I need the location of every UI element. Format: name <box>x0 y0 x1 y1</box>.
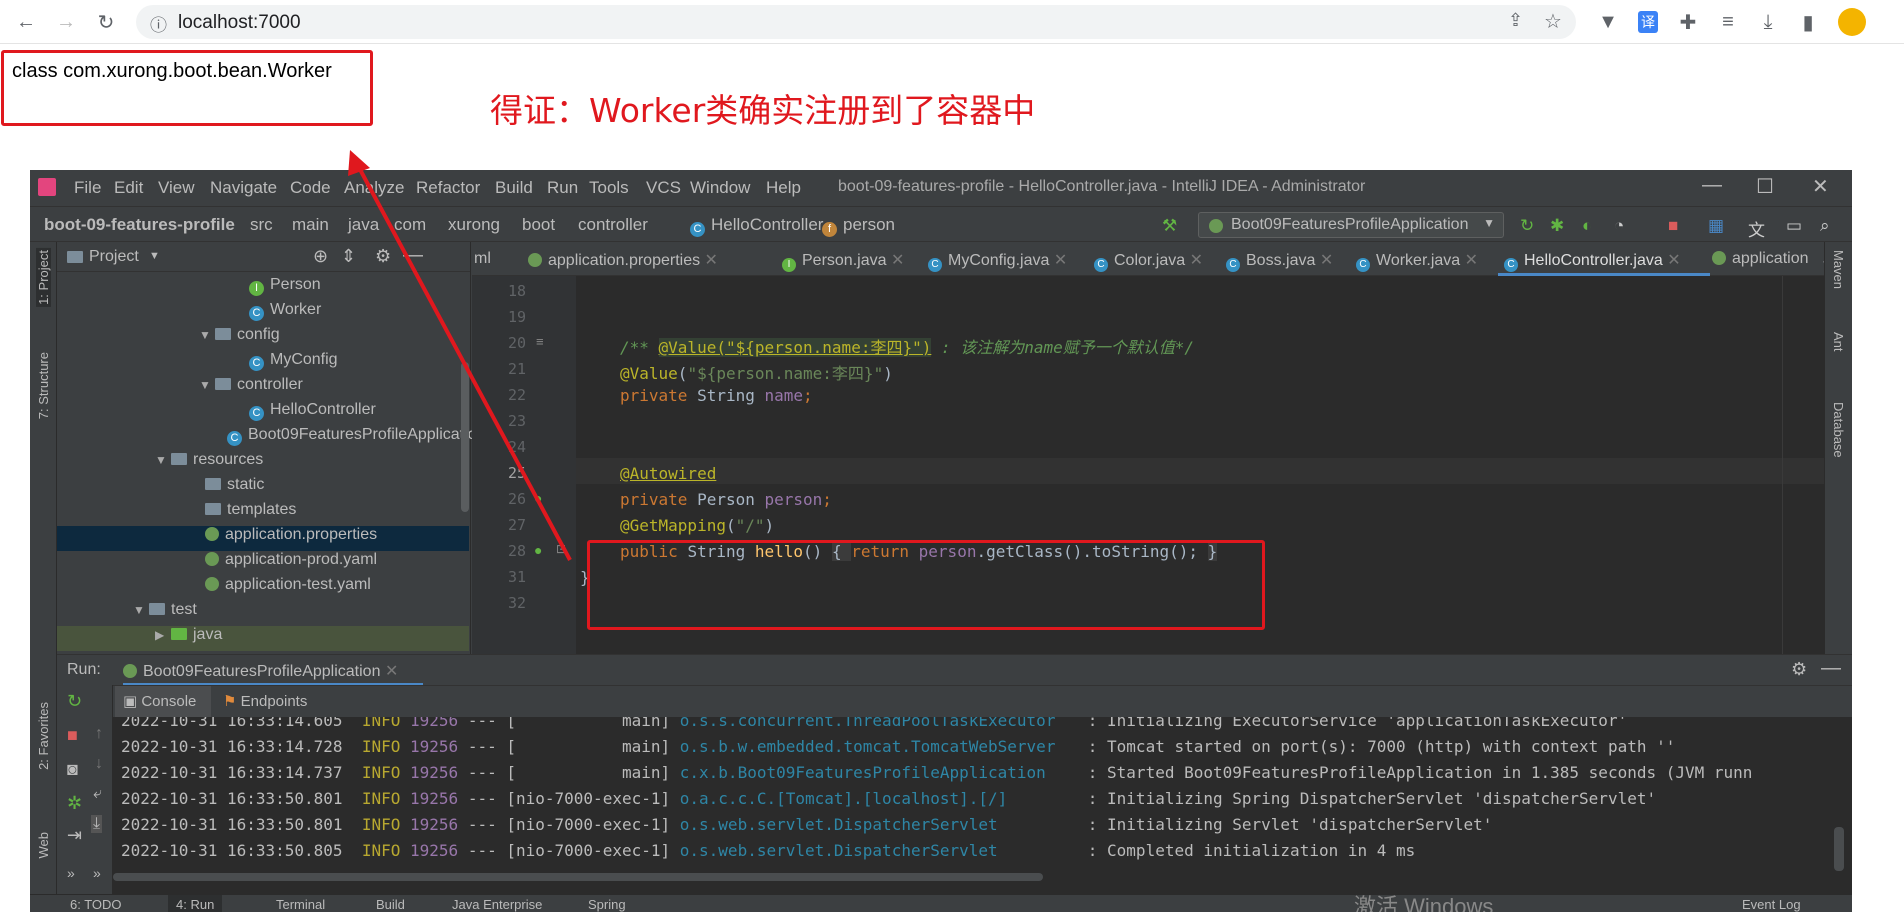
arrow-shaft <box>354 161 572 561</box>
arrow-head <box>348 150 370 176</box>
annotation-arrow <box>348 150 572 561</box>
